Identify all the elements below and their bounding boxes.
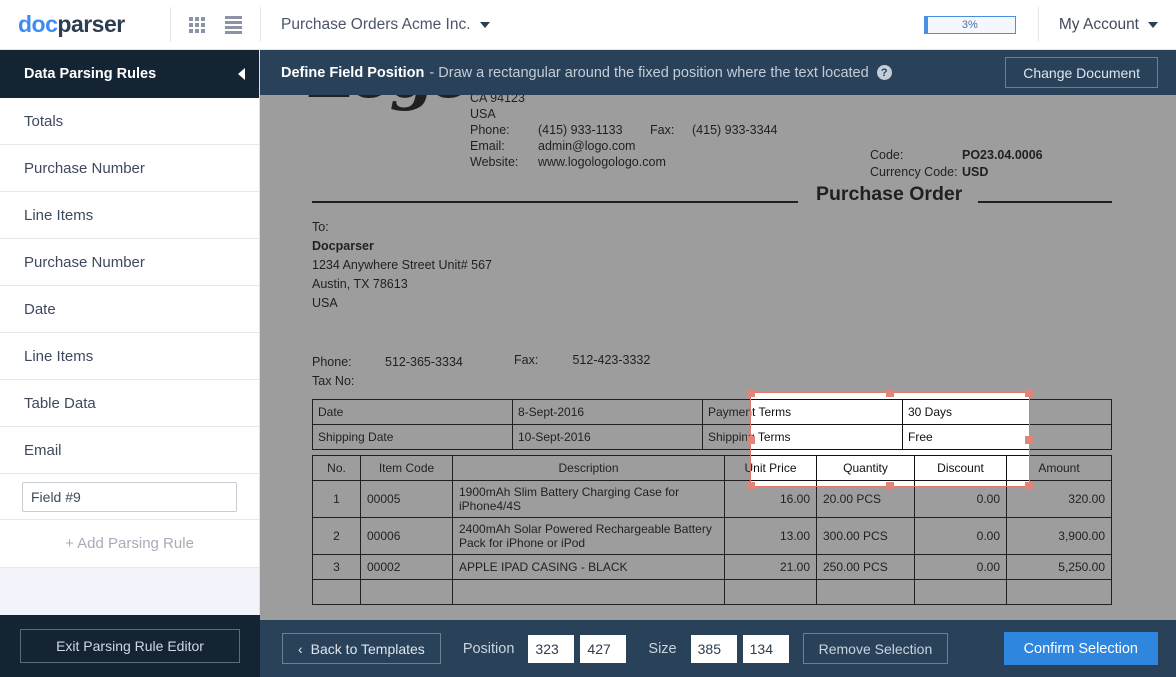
sidebar-item-rule[interactable]: Date	[0, 286, 259, 333]
size-height-input[interactable]	[743, 635, 789, 663]
sidebar-item-rule[interactable]: Email	[0, 427, 259, 474]
rule-label: Email	[24, 442, 62, 459]
list-view-icon[interactable]	[225, 16, 242, 34]
position-x-input[interactable]	[528, 635, 574, 663]
dim-mask-right	[1030, 392, 1176, 487]
new-rule-row	[0, 474, 259, 520]
sidebar-item-rule[interactable]: Purchase Number	[0, 145, 259, 192]
quota-percent-label: 3%	[962, 19, 978, 31]
view-toggle-group	[171, 0, 260, 49]
column-header: Quantity	[817, 456, 915, 481]
dim-mask-top	[260, 95, 1176, 392]
new-rule-name-input[interactable]	[22, 482, 237, 512]
page-subtitle: - Draw a rectangular around the fixed po…	[429, 65, 868, 81]
rule-label: Purchase Number	[24, 254, 145, 271]
dim-mask-left	[260, 392, 750, 487]
sidebar: Data Parsing Rules Totals Purchase Numbe…	[0, 50, 260, 677]
page-title: Define Field Position	[281, 65, 424, 81]
sidebar-filler	[0, 568, 259, 614]
top-bar: docparser Purchase Orders Acme Inc. 3% M…	[0, 0, 1176, 50]
help-circle-icon[interactable]: ?	[877, 65, 892, 80]
sidebar-title: Data Parsing Rules	[24, 66, 156, 82]
sidebar-item-rule[interactable]: Table Data	[0, 380, 259, 427]
collapse-left-icon[interactable]	[238, 68, 245, 80]
quota-progress-fill	[925, 17, 928, 33]
document-selector-label: Purchase Orders Acme Inc.	[281, 16, 471, 34]
document-viewport[interactable]: Logo CA 94123 USA Phone: (415) 933-1133 …	[260, 95, 1176, 620]
chevron-left-icon: ‹	[298, 641, 303, 657]
confirm-selection-button[interactable]: Confirm Selection	[1004, 632, 1158, 665]
column-header: Discount	[915, 456, 1007, 481]
rule-label: Line Items	[24, 348, 93, 365]
sidebar-item-rule[interactable]: Totals	[0, 98, 259, 145]
remove-selection-button[interactable]: Remove Selection	[803, 633, 949, 664]
sidebar-footer: Exit Parsing Rule Editor	[0, 615, 260, 677]
chevron-down-icon	[1148, 22, 1158, 28]
brand-doc-text: doc	[18, 11, 57, 37]
position-fields	[528, 635, 626, 663]
brand-logo[interactable]: docparser	[0, 0, 170, 49]
sidebar-header: Data Parsing Rules	[0, 50, 259, 98]
brand-parser-text: parser	[57, 11, 124, 37]
back-to-templates-button[interactable]: ‹ Back to Templates	[282, 633, 441, 664]
back-to-templates-label: Back to Templates	[311, 641, 425, 657]
size-label: Size	[648, 641, 676, 657]
rule-label: Table Data	[24, 395, 96, 412]
my-account-label: My Account	[1059, 16, 1139, 34]
position-label: Position	[463, 641, 515, 657]
quota-progress-bar: 3%	[924, 16, 1016, 34]
rule-label: Line Items	[24, 207, 93, 224]
position-y-input[interactable]	[580, 635, 626, 663]
app-root: docparser Purchase Orders Acme Inc. 3% M…	[0, 0, 1176, 677]
rule-label: Totals	[24, 113, 63, 130]
rule-label: Purchase Number	[24, 160, 145, 177]
size-fields	[691, 635, 789, 663]
document-selector[interactable]: Purchase Orders Acme Inc.	[261, 0, 510, 49]
chevron-down-icon	[480, 22, 490, 28]
size-width-input[interactable]	[691, 635, 737, 663]
bottom-toolbar: ‹ Back to Templates Position Size Remove…	[260, 620, 1176, 677]
parsing-rules-list: Totals Purchase Number Line Items Purcha…	[0, 98, 259, 568]
grid-view-icon[interactable]	[189, 17, 205, 33]
main-header: Define Field Position - Draw a rectangul…	[260, 50, 1176, 95]
spacer	[510, 0, 924, 49]
add-parsing-rule-button[interactable]: + Add Parsing Rule	[0, 520, 259, 568]
my-account-menu[interactable]: My Account	[1038, 7, 1176, 42]
sidebar-item-rule[interactable]: Purchase Number	[0, 239, 259, 286]
sidebar-item-rule[interactable]: Line Items	[0, 333, 259, 380]
change-document-button[interactable]: Change Document	[1005, 57, 1158, 88]
sidebar-item-rule[interactable]: Line Items	[0, 192, 259, 239]
rule-label: Date	[24, 301, 56, 318]
add-parsing-rule-label: + Add Parsing Rule	[65, 535, 194, 552]
exit-parsing-rule-editor-button[interactable]: Exit Parsing Rule Editor	[20, 629, 240, 663]
main-panel: Define Field Position - Draw a rectangul…	[260, 50, 1176, 677]
dim-mask-bottom	[260, 487, 1176, 620]
